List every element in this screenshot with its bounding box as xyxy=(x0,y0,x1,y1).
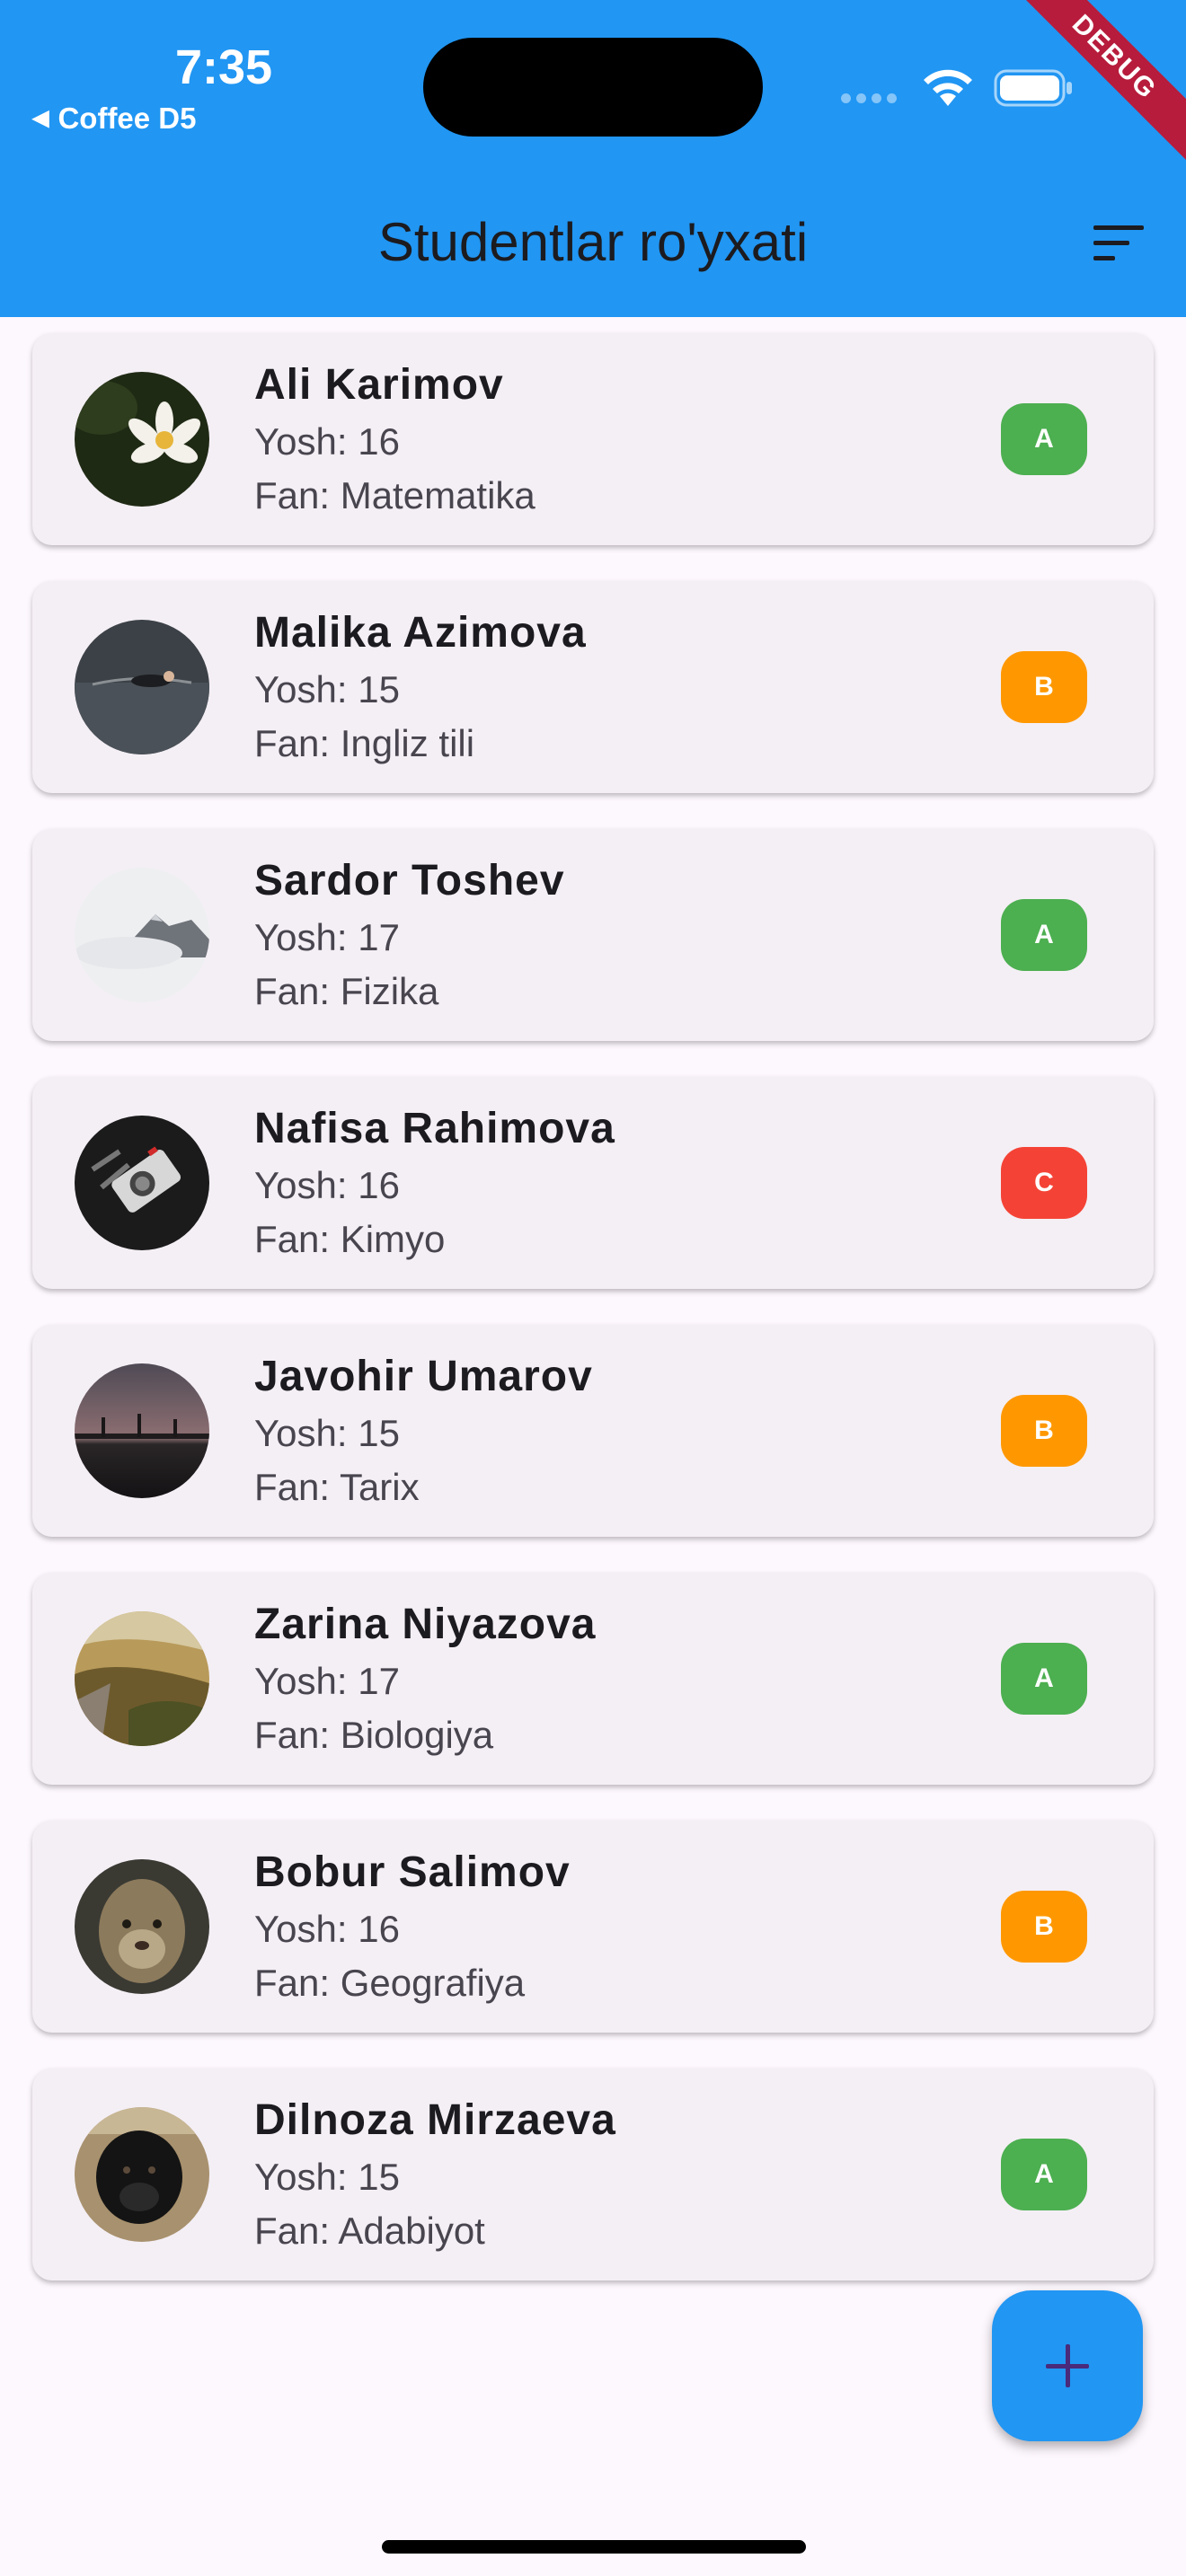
student-card[interactable]: Bobur Salimov Yosh: 16 Fan: Geografiya B xyxy=(32,1821,1154,2033)
grade-badge: A xyxy=(1001,2139,1087,2210)
student-age: Yosh: 16 xyxy=(254,1908,400,1950)
student-card[interactable]: Nafisa Rahimova Yosh: 16 Fan: Kimyo C xyxy=(32,1077,1154,1289)
avatar xyxy=(75,1859,209,1994)
avatar xyxy=(75,868,209,1002)
student-age: Yosh: 16 xyxy=(254,1164,400,1206)
grade-badge: A xyxy=(1001,403,1087,475)
grade-badge: B xyxy=(1001,651,1087,723)
grade-badge: B xyxy=(1001,1891,1087,1963)
app-bar: 7:35 ◀ Coffee D5 DEBUG Studentlar ro'yxa… xyxy=(0,0,1186,317)
page-title: Studentlar ro'yxati xyxy=(377,212,809,272)
student-name: Sardor Toshev xyxy=(254,857,565,904)
student-card[interactable]: Zarina Niyazova Yosh: 17 Fan: Biologiya … xyxy=(32,1573,1154,1785)
student-subject: Fan: Kimyo xyxy=(254,1218,446,1260)
back-triangle-icon: ◀ xyxy=(32,106,49,130)
student-card[interactable]: Malika Azimova Yosh: 15 Fan: Ingliz tili… xyxy=(32,581,1154,793)
student-name: Malika Azimova xyxy=(254,609,587,657)
home-indicator[interactable] xyxy=(382,2540,806,2554)
student-name: Nafisa Rahimova xyxy=(254,1105,615,1152)
back-to-app[interactable]: ◀ Coffee D5 xyxy=(32,101,197,137)
student-subject: Fan: Matematika xyxy=(254,474,535,516)
wifi-icon xyxy=(924,69,972,106)
avatar xyxy=(75,620,209,754)
add-student-button[interactable] xyxy=(992,2290,1143,2441)
grade-badge: C xyxy=(1001,1147,1087,1219)
student-age: Yosh: 17 xyxy=(254,916,400,958)
dynamic-island xyxy=(423,38,763,137)
grade-badge: B xyxy=(1001,1395,1087,1467)
student-name: Zarina Niyazova xyxy=(254,1601,597,1648)
avatar xyxy=(75,1363,209,1498)
avatar xyxy=(75,2107,209,2242)
student-card[interactable]: Dilnoza Mirzaeva Yosh: 15 Fan: Adabiyot … xyxy=(32,2069,1154,2280)
student-card[interactable]: Ali Karimov Yosh: 16 Fan: Matematika A xyxy=(32,333,1154,545)
student-age: Yosh: 17 xyxy=(254,1660,400,1702)
add-icon xyxy=(1046,2344,1089,2387)
avatar xyxy=(75,372,209,507)
student-age: Yosh: 16 xyxy=(254,420,400,463)
student-subject: Fan: Ingliz tili xyxy=(254,722,475,764)
student-subject: Fan: Geografiya xyxy=(254,1962,526,2004)
student-name: Bobur Salimov xyxy=(254,1848,571,1896)
student-subject: Fan: Adabiyot xyxy=(254,2210,485,2252)
battery-icon xyxy=(994,69,1072,107)
student-subject: Fan: Biologiya xyxy=(254,1714,494,1756)
student-name: Dilnoza Mirzaeva xyxy=(254,2096,616,2144)
student-age: Yosh: 15 xyxy=(254,1412,400,1454)
student-age: Yosh: 15 xyxy=(254,2156,400,2198)
student-name: Javohir Umarov xyxy=(254,1353,593,1400)
grade-badge: A xyxy=(1001,1643,1087,1715)
student-card[interactable]: Sardor Toshev Yosh: 17 Fan: Fizika A xyxy=(32,829,1154,1041)
filter-list-icon[interactable] xyxy=(1093,224,1144,261)
status-time: 7:35 xyxy=(174,40,273,94)
student-age: Yosh: 15 xyxy=(254,668,400,710)
student-name: Ali Karimov xyxy=(254,361,504,409)
avatar xyxy=(75,1611,209,1746)
cellular-signal-icon xyxy=(841,93,897,103)
back-app-label: Coffee D5 xyxy=(58,101,197,135)
student-subject: Fan: Tarix xyxy=(254,1466,420,1508)
student-card[interactable]: Javohir Umarov Yosh: 15 Fan: Tarix B xyxy=(32,1325,1154,1537)
avatar xyxy=(75,1116,209,1250)
grade-badge: A xyxy=(1001,899,1087,971)
student-subject: Fan: Fizika xyxy=(254,970,439,1012)
